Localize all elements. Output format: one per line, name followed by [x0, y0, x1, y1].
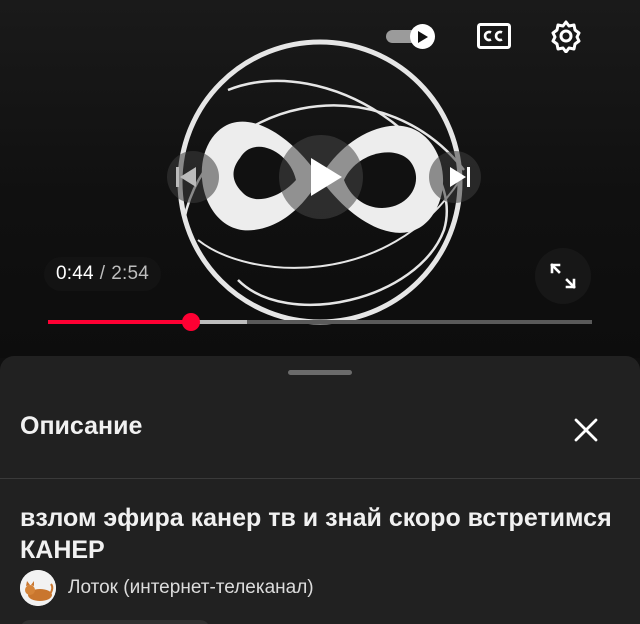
video-player[interactable]: 0:44 / 2:54 [0, 0, 640, 358]
progress-played [48, 320, 191, 324]
description-title: Описание [20, 412, 143, 440]
previous-button[interactable] [166, 150, 220, 204]
drag-handle[interactable] [288, 370, 352, 375]
total-duration: 2:54 [111, 263, 150, 284]
chip[interactable] [20, 620, 210, 624]
autoplay-toggle[interactable] [386, 24, 440, 49]
avatar[interactable] [20, 570, 56, 606]
play-button[interactable] [278, 134, 364, 220]
video-title: взлом эфира канер тв и знай скоро встрет… [20, 504, 612, 564]
channel-name[interactable]: Лоток (интернет-телеканал) [68, 577, 314, 599]
divider [0, 478, 640, 479]
captions-icon [477, 23, 511, 49]
gear-icon [551, 20, 581, 53]
cat-avatar-icon [20, 570, 56, 606]
description-panel: Описание взлом эфира канер тв и знай ско… [0, 356, 640, 624]
next-button[interactable] [428, 150, 482, 204]
captions-button[interactable] [476, 18, 512, 54]
progress-bar[interactable] [48, 313, 592, 331]
close-button[interactable] [566, 410, 606, 450]
close-icon [574, 418, 598, 442]
top-controls [386, 18, 584, 54]
current-time: 0:44 [56, 263, 94, 284]
autoplay-knob [410, 24, 435, 49]
progress-scrubber[interactable] [181, 313, 200, 331]
description-header: Описание [0, 396, 640, 460]
fullscreen-button[interactable] [535, 248, 591, 304]
time-separator: / [99, 263, 106, 284]
autoplay-toggle-icon [417, 30, 428, 43]
time-display[interactable]: 0:44 / 2:54 [44, 257, 162, 291]
fullscreen-icon [550, 263, 576, 289]
settings-button[interactable] [548, 18, 584, 54]
channel-link[interactable]: Лоток (интернет-телеканал) [20, 570, 314, 606]
